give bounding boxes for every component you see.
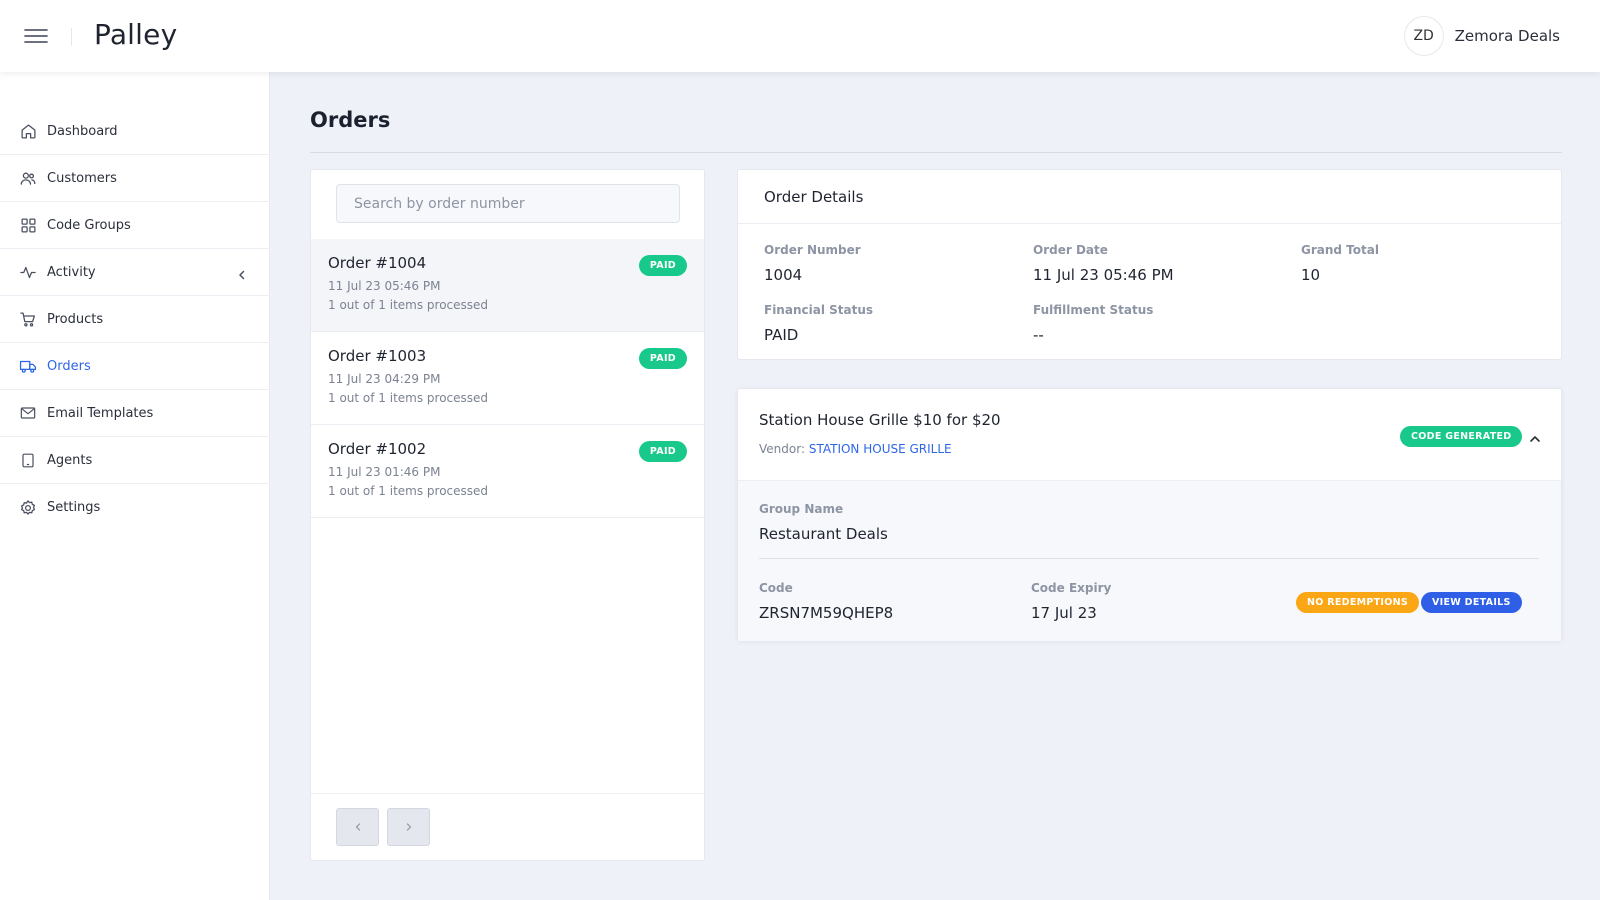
sidebar-item-label: Orders bbox=[47, 358, 91, 374]
sidebar-item-orders[interactable]: Orders bbox=[0, 343, 270, 390]
sidebar-item-label: Dashboard bbox=[47, 123, 118, 139]
line-item-panel: Station House Grille $10 for $20 Vendor:… bbox=[737, 388, 1562, 641]
header-divider bbox=[71, 28, 72, 46]
status-badge: PAID bbox=[638, 255, 687, 276]
chevron-up-icon[interactable] bbox=[1528, 430, 1542, 442]
cart-icon bbox=[19, 310, 37, 328]
group-name-label: Group Name bbox=[759, 502, 844, 516]
sidebar-item-label: Customers bbox=[47, 170, 117, 186]
sidebar-item-agents[interactable]: Agents bbox=[0, 437, 270, 484]
grand-total-value: 10 bbox=[1301, 266, 1321, 284]
sidebar: Dashboard Customers Code Groups Activity bbox=[0, 72, 270, 900]
mail-icon bbox=[19, 404, 37, 422]
order-processed: 1 out of 1 items processed bbox=[328, 298, 489, 312]
code-status-badge: CODE GENERATED bbox=[1400, 426, 1523, 447]
financial-status-value: PAID bbox=[764, 326, 799, 344]
sidebar-item-dashboard[interactable]: Dashboard bbox=[0, 108, 270, 155]
view-details-button[interactable]: VIEW DETAILS bbox=[1421, 592, 1522, 613]
code-expiry-label: Code Expiry bbox=[1031, 581, 1112, 595]
home-icon bbox=[19, 122, 37, 140]
details-divider bbox=[738, 223, 1561, 224]
tablet-icon bbox=[19, 451, 37, 469]
sidebar-item-code-groups[interactable]: Code Groups bbox=[0, 202, 270, 249]
pagination-divider bbox=[311, 793, 704, 794]
redemption-status-badge: NO REDEMPTIONS bbox=[1296, 592, 1420, 613]
sidebar-item-settings[interactable]: Settings bbox=[0, 484, 270, 531]
order-list-panel: Order #1004 11 Jul 23 05:46 PM 1 out of … bbox=[310, 169, 705, 861]
line-item-title: Station House Grille $10 for $20 bbox=[759, 411, 1001, 429]
list-item[interactable]: Order #1003 11 Jul 23 04:29 PM 1 out of … bbox=[311, 332, 704, 425]
order-details-panel: Order Details Order Number 1004 Order Da… bbox=[737, 169, 1562, 360]
order-title: Order #1002 bbox=[328, 440, 427, 458]
order-number-label: Order Number bbox=[764, 243, 861, 257]
avatar[interactable]: ZD bbox=[1403, 16, 1444, 56]
group-name-value: Restaurant Deals bbox=[759, 525, 888, 543]
grid-icon bbox=[19, 216, 37, 234]
code-value: ZRSN7M59QHEP8 bbox=[759, 604, 894, 622]
code-label: Code bbox=[759, 581, 793, 595]
order-title: Order #1004 bbox=[328, 254, 427, 272]
sidebar-item-label: Email Templates bbox=[47, 405, 154, 421]
next-page-button[interactable] bbox=[387, 808, 430, 846]
vendor-link[interactable]: STATION HOUSE GRILLE bbox=[809, 442, 952, 456]
order-date: 11 Jul 23 04:29 PM bbox=[328, 372, 441, 386]
status-badge: PAID bbox=[638, 348, 687, 369]
sidebar-item-label: Settings bbox=[47, 500, 101, 515]
chevron-left-icon[interactable] bbox=[236, 266, 248, 280]
users-icon bbox=[19, 169, 37, 187]
sidebar-item-activity[interactable]: Activity bbox=[0, 249, 270, 296]
financial-status-label: Financial Status bbox=[764, 303, 874, 317]
order-date-label: Order Date bbox=[1033, 243, 1108, 257]
status-badge: PAID bbox=[638, 441, 687, 462]
search-input[interactable] bbox=[336, 184, 680, 223]
order-list: Order #1004 11 Jul 23 05:46 PM 1 out of … bbox=[311, 239, 704, 518]
vendor-label: Vendor: bbox=[759, 442, 805, 456]
order-title: Order #1003 bbox=[328, 347, 427, 365]
sidebar-item-label: Agents bbox=[47, 452, 93, 468]
order-details-header: Order Details bbox=[764, 188, 864, 206]
sidebar-item-label: Code Groups bbox=[47, 217, 131, 233]
sidebar-item-label: Products bbox=[47, 311, 104, 327]
fulfillment-status-value: -- bbox=[1033, 326, 1044, 344]
sidebar-item-products[interactable]: Products bbox=[0, 296, 270, 343]
chevron-left-icon bbox=[355, 823, 360, 831]
order-processed: 1 out of 1 items processed bbox=[328, 484, 489, 498]
sidebar-nav: Dashboard Customers Code Groups Activity bbox=[0, 108, 270, 531]
hamburger-menu-icon[interactable] bbox=[22, 24, 50, 48]
list-item[interactable]: Order #1002 11 Jul 23 01:46 PM 1 out of … bbox=[311, 425, 704, 518]
user-name[interactable]: Zemora Deals bbox=[1455, 27, 1560, 45]
activity-icon bbox=[19, 263, 37, 281]
sidebar-item-email-templates[interactable]: Email Templates bbox=[0, 390, 270, 437]
order-date: 11 Jul 23 01:46 PM bbox=[328, 465, 441, 479]
line-item-divider bbox=[759, 558, 1539, 559]
order-processed: 1 out of 1 items processed bbox=[328, 391, 489, 405]
order-number-value: 1004 bbox=[764, 266, 803, 284]
order-date: 11 Jul 23 05:46 PM bbox=[328, 279, 441, 293]
sidebar-item-customers[interactable]: Customers bbox=[0, 155, 270, 202]
list-item[interactable]: Order #1004 11 Jul 23 05:46 PM 1 out of … bbox=[311, 239, 704, 332]
truck-icon bbox=[19, 357, 37, 375]
vendor-info: Vendor: STATION HOUSE GRILLE bbox=[759, 442, 952, 456]
title-divider bbox=[310, 152, 1562, 153]
gear-icon bbox=[19, 499, 37, 517]
code-expiry-value: 17 Jul 23 bbox=[1031, 604, 1097, 622]
brand-logo[interactable]: Palley bbox=[94, 18, 177, 51]
page-title: Orders bbox=[310, 108, 391, 132]
sidebar-item-label: Activity bbox=[47, 264, 96, 280]
chevron-right-icon bbox=[406, 823, 411, 831]
top-bar: Palley ZD Zemora Deals bbox=[0, 0, 1600, 72]
user-menu[interactable]: ZD Zemora Deals bbox=[1403, 16, 1560, 56]
previous-page-button[interactable] bbox=[336, 808, 379, 846]
order-date-value: 11 Jul 23 05:46 PM bbox=[1033, 266, 1174, 284]
fulfillment-status-label: Fulfillment Status bbox=[1033, 303, 1154, 317]
grand-total-label: Grand Total bbox=[1301, 243, 1379, 257]
